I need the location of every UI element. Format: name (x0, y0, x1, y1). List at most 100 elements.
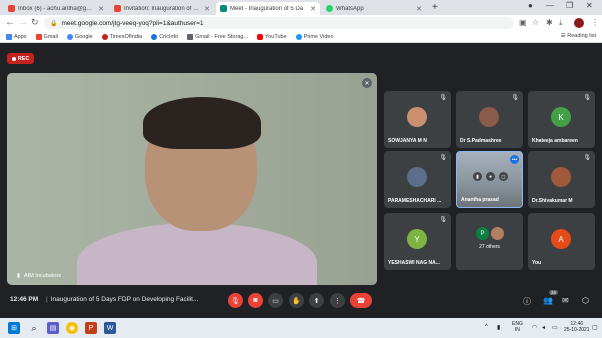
profile-indicator-icon[interactable]: ● (528, 1, 533, 10)
lock-icon[interactable]: 🔒 (50, 20, 57, 27)
captions-button[interactable]: ▭ (268, 293, 283, 308)
extension-icon[interactable]: ▣ (519, 18, 527, 27)
meet-icon (220, 5, 227, 12)
browser-toolbar: ← → ↻ 🔒 meet.google.com/jtg-veeq-yoq?pli… (0, 15, 602, 31)
tab-inbox[interactable]: Inbox (6) - achu.antha@gmail.co ✕ (4, 2, 108, 15)
bookmark-label: Prime Video (303, 33, 334, 40)
camera-toggle-button[interactable]: ◙ (248, 293, 263, 308)
menu-icon[interactable]: ⋮ (591, 18, 599, 27)
bookmark-apps[interactable]: Apps (6, 33, 27, 40)
participant-tile[interactable]: 🎙 Y YESHASWI NAG NA... (384, 213, 451, 270)
minimize-button[interactable]: — (546, 1, 554, 10)
pin-icon[interactable]: ▮ (473, 172, 482, 181)
tab-invitation[interactable]: Invitation: Inauguration of 5 Days ✕ (110, 2, 214, 15)
tray-overflow-icon[interactable]: ^ (485, 324, 488, 330)
task-view-icon[interactable]: ▤ (47, 322, 59, 334)
puzzle-icon[interactable]: ✱ (546, 18, 553, 27)
tab-whatsapp[interactable]: WhatsApp ✕ (322, 2, 426, 15)
download-icon[interactable]: ⤓ (559, 18, 563, 28)
people-icon[interactable]: 👥 (543, 296, 553, 305)
google-icon (66, 33, 73, 40)
bookmark-star-icon[interactable]: ☆ (532, 18, 539, 27)
powerpoint-icon[interactable]: P (85, 322, 97, 334)
others-avatars: P (476, 227, 504, 240)
mic-off-icon: 🎙 (511, 95, 519, 101)
chrome-icon[interactable]: ◉ (66, 322, 78, 334)
participant-name: PARAMESHACHARI ... (388, 198, 442, 204)
close-icon[interactable]: ✕ (204, 5, 210, 13)
reload-button[interactable]: ↻ (31, 17, 39, 28)
clock-tray[interactable]: 12:46 25-10-2021 (564, 321, 590, 333)
participant-tile[interactable]: 🎙 K Khateeja ambareen (528, 91, 595, 148)
page-icon (187, 33, 194, 40)
close-icon[interactable]: ✕ (310, 5, 316, 13)
avatar: P (476, 227, 489, 240)
activities-icon[interactable]: ⬡ (582, 296, 589, 305)
language-indicator[interactable]: ENG IN (512, 321, 523, 333)
present-button[interactable]: ⬆ (309, 293, 324, 308)
forward-button[interactable]: → (18, 17, 28, 28)
bookmark-prime-video[interactable]: Prime Video (295, 33, 334, 40)
participant-tile[interactable]: 🎙 Dr.Shivakumar M (528, 151, 595, 208)
participant-tile[interactable]: 🎙 PARAMESHACHARI ... (384, 151, 451, 208)
bookmark-gmail-storage[interactable]: Gmail - Free Storag... (187, 33, 248, 40)
mic-icon[interactable]: ● (486, 172, 495, 181)
reading-list-label: Reading list (567, 33, 596, 39)
address-bar[interactable]: 🔒 meet.google.com/jtg-veeq-yoq?pli=1&aut… (44, 17, 514, 29)
new-tab-button[interactable]: + (432, 2, 438, 13)
chat-icon[interactable]: ✉ (562, 296, 569, 305)
info-icon[interactable]: ⓘ (523, 296, 531, 307)
tray-app-icon[interactable]: ▮ (497, 324, 500, 331)
windows-taskbar: ⊞ ⌕ ▤ ◉ P W ^ ▮ ENG IN ◠ ◂ ▭ 12:46 25-10… (0, 318, 602, 338)
tray-date: 25-10-2021 (564, 327, 590, 333)
whatsapp-icon (326, 5, 333, 12)
bookmark-label: Google (74, 33, 93, 40)
rec-label: REC (17, 55, 30, 62)
tab-title: Invitation: Inauguration of 5 Days (124, 5, 201, 12)
close-icon[interactable]: ✕ (416, 5, 422, 13)
bookmark-cricinfo[interactable]: CricInfo (151, 33, 178, 40)
more-options-icon[interactable]: ••• (510, 155, 519, 164)
speaker-icon[interactable]: ◂ (542, 324, 545, 331)
bookmark-gmail[interactable]: Gmail (35, 33, 58, 40)
mic-toggle-button[interactable]: 🎙 (228, 293, 243, 308)
mic-off-icon: 🎙 (439, 95, 447, 101)
meeting-title-text: Inauguration of 5 Days FDP on Developing… (50, 296, 199, 303)
tab-meet[interactable]: Meet - Inauguration of 5 Da ✕ (216, 2, 320, 15)
participant-name: YESHASWI NAG NA... (388, 260, 440, 266)
fullscreen-icon[interactable]: ◻ (499, 172, 508, 181)
main-speaker-tile[interactable]: ✕ ▮ AIM Incubators (7, 73, 377, 285)
gmail-icon (35, 33, 42, 40)
tab-title: Meet - Inauguration of 5 Da (230, 5, 304, 12)
others-tile[interactable]: P 27 others (456, 213, 523, 270)
close-icon[interactable]: ✕ (98, 5, 104, 13)
battery-icon[interactable]: ▭ (552, 324, 558, 331)
bookmark-youtube[interactable]: YouTube (257, 33, 287, 40)
notification-icon[interactable]: ▢ (592, 324, 598, 331)
mic-off-icon: 🎙 (439, 155, 447, 161)
search-icon[interactable]: ⌕ (28, 322, 40, 334)
word-icon[interactable]: W (104, 322, 116, 334)
maximize-button[interactable]: ❐ (566, 1, 573, 10)
recording-badge: REC (7, 53, 34, 64)
participant-tile[interactable]: A You (528, 213, 595, 270)
self-view-tile[interactable]: ••• ▮ ● ◻ Anantha prasad (456, 151, 523, 208)
more-options-button[interactable]: ⋮ (330, 293, 345, 308)
profile-avatar[interactable] (574, 18, 584, 28)
close-window-button[interactable]: ✕ (586, 1, 593, 10)
bookmark-timesofindia[interactable]: TimesOfIndia (101, 33, 142, 40)
participant-tile[interactable]: 🎙 Dr S.Padmashree (456, 91, 523, 148)
windows-start-icon[interactable]: ⊞ (8, 322, 20, 334)
avatar: K (551, 107, 571, 127)
participant-tile[interactable]: 🎙 SOWJANYA M N (384, 91, 451, 148)
wifi-icon[interactable]: ◠ (532, 324, 537, 331)
raise-hand-button[interactable]: ✋ (289, 293, 304, 308)
url-text: meet.google.com/jtg-veeq-yoq?pli=1&authu… (61, 19, 204, 27)
back-button[interactable]: ← (5, 17, 15, 28)
participant-name: Dr.Shivakumar M (532, 198, 573, 204)
leave-call-button[interactable]: ☎ (350, 293, 372, 308)
bookmark-google[interactable]: Google (66, 33, 93, 40)
cricinfo-icon (151, 33, 158, 40)
participant-name: Anantha prasad (461, 197, 499, 203)
reading-list-button[interactable]: ☰ Reading list (561, 33, 596, 39)
